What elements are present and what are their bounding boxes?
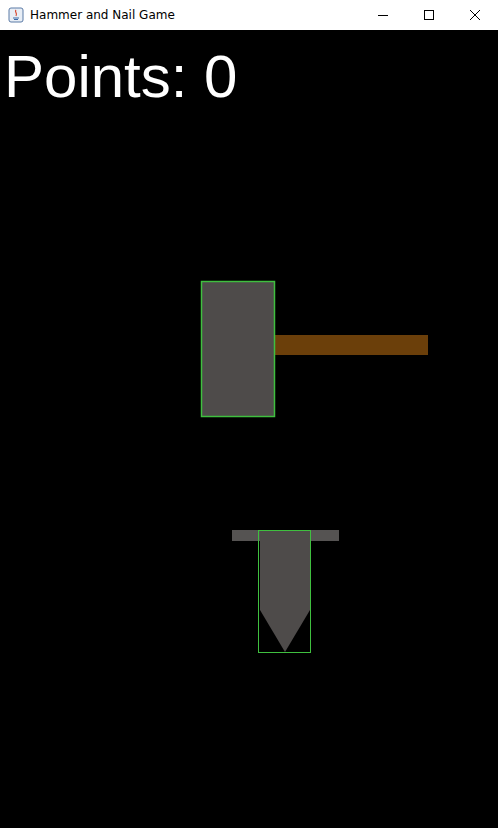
- java-icon: [8, 7, 24, 23]
- close-button[interactable]: [452, 0, 498, 30]
- title-bar: Hammer and Nail Game: [0, 0, 498, 30]
- maximize-button[interactable]: [406, 0, 452, 30]
- nail: [232, 530, 339, 653]
- hammer-head: [202, 282, 275, 417]
- nail-hitbox: [259, 531, 311, 653]
- hammer-handle: [275, 335, 428, 355]
- nail-shaft: [260, 530, 310, 652]
- window-title: Hammer and Nail Game: [30, 8, 175, 22]
- close-icon: [469, 9, 481, 21]
- minimize-icon: [377, 9, 389, 21]
- game-canvas[interactable]: Points: 0: [0, 30, 498, 828]
- game-window: Hammer and Nail Game Points: 0: [0, 0, 498, 828]
- maximize-icon: [423, 9, 435, 21]
- minimize-button[interactable]: [360, 0, 406, 30]
- hammer[interactable]: [202, 282, 429, 417]
- game-scene: [0, 30, 498, 828]
- points-label: Points: 0: [0, 30, 498, 110]
